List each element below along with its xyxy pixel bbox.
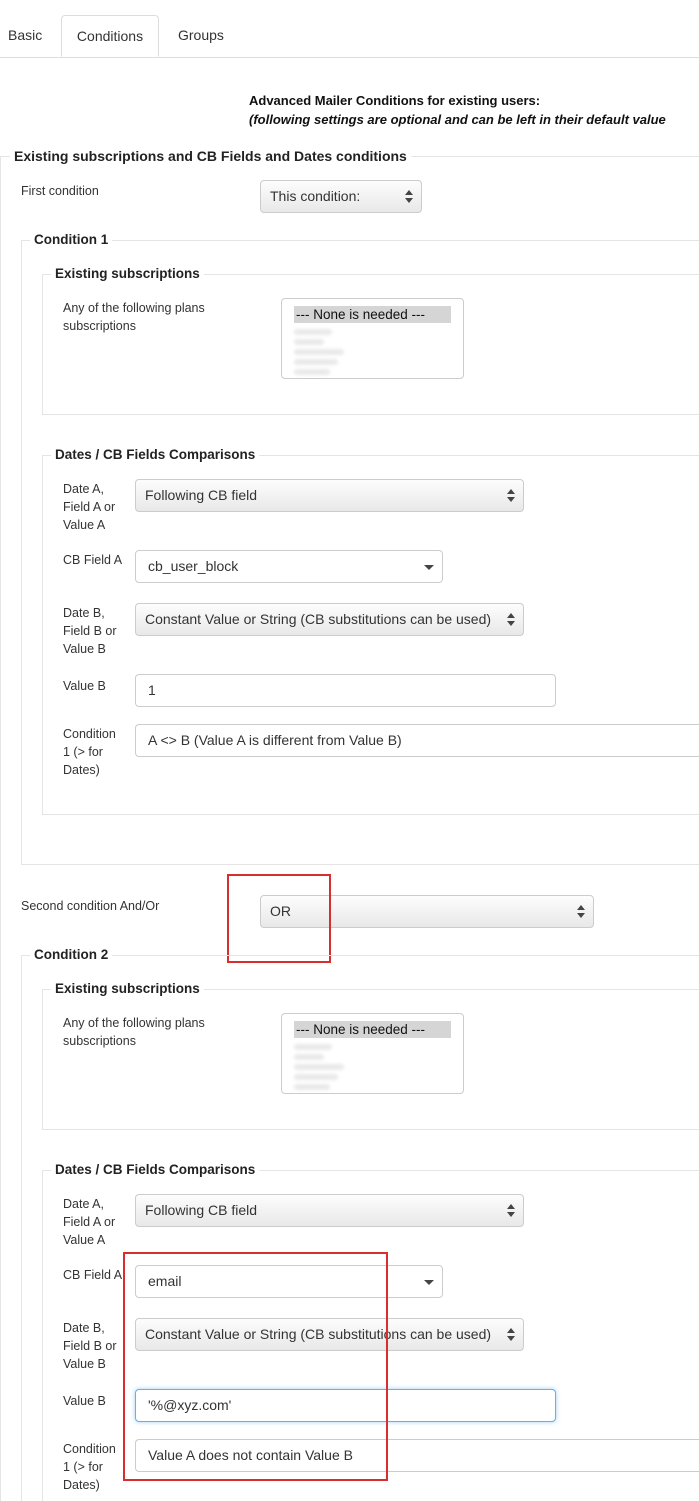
condition-2-legend: Condition 2 bbox=[30, 947, 113, 962]
condition-2-cb-field-label: CB Field A bbox=[63, 1268, 123, 1282]
condition-1-date-a-value: Following CB field bbox=[145, 487, 258, 503]
tab-bar: Basic Conditions Groups bbox=[0, 0, 699, 58]
condition-2-subs-legend: Existing subscriptions bbox=[51, 981, 204, 996]
updown-arrows-icon bbox=[507, 489, 515, 503]
tab-groups[interactable]: Groups bbox=[170, 15, 232, 56]
first-condition-value: This condition: bbox=[270, 188, 361, 204]
blurred-option bbox=[294, 1044, 332, 1050]
blurred-option bbox=[294, 1064, 344, 1070]
condition-1-plans-option-selected[interactable]: --- None is needed --- bbox=[294, 306, 451, 323]
condition-1-value-b-input[interactable]: 1 bbox=[135, 674, 556, 707]
condition-1-cond-input[interactable]: A <> B (Value A is different from Value … bbox=[135, 724, 699, 757]
updown-arrows-icon bbox=[405, 190, 413, 204]
blurred-option bbox=[294, 1054, 324, 1060]
condition-1-cond-label: Condition 1 (> for Dates) bbox=[63, 727, 116, 777]
condition-2-date-a-label: Date A, Field A or Value A bbox=[63, 1197, 116, 1247]
condition-2-date-a-select[interactable]: Following CB field bbox=[135, 1194, 524, 1227]
caret-down-icon bbox=[424, 1280, 434, 1285]
updown-arrows-icon bbox=[507, 1204, 515, 1218]
blurred-option bbox=[294, 369, 330, 375]
blurred-option bbox=[294, 329, 332, 335]
blurred-option bbox=[294, 1074, 338, 1080]
condition-1-date-b-value: Constant Value or String (CB substitutio… bbox=[145, 611, 492, 627]
highlight-box-or bbox=[227, 874, 331, 963]
condition-1-dates-legend: Dates / CB Fields Comparisons bbox=[51, 447, 260, 462]
intro-subtitle: (following settings are optional and can… bbox=[249, 112, 666, 127]
condition-2-dates-legend: Dates / CB Fields Comparisons bbox=[51, 1162, 260, 1177]
condition-1-date-a-label: Date A, Field A or Value A bbox=[63, 482, 116, 532]
main-legend: Existing subscriptions and CB Fields and… bbox=[10, 148, 411, 164]
tab-conditions[interactable]: Conditions bbox=[61, 15, 159, 57]
first-condition-label: First condition bbox=[21, 184, 99, 198]
caret-down-icon bbox=[424, 565, 434, 570]
blurred-option bbox=[294, 359, 338, 365]
condition-1-plans-listbox[interactable]: --- None is needed --- bbox=[281, 298, 464, 379]
condition-2-plans-label: Any of the following plans subscriptions bbox=[63, 1016, 205, 1048]
condition-2-date-b-label: Date B, Field B or Value B bbox=[63, 1321, 117, 1371]
condition-1-value-b-label: Value B bbox=[63, 679, 106, 693]
blurred-option bbox=[294, 349, 344, 355]
condition-1-date-b-label: Date B, Field B or Value B bbox=[63, 606, 117, 656]
condition-1-legend: Condition 1 bbox=[30, 232, 113, 247]
condition-2-cond-label: Condition 1 (> for Dates) bbox=[63, 1442, 116, 1492]
condition-1-subs-legend: Existing subscriptions bbox=[51, 266, 204, 281]
condition-1-plans-label: Any of the following plans subscriptions bbox=[63, 301, 205, 333]
condition-1-cb-field-select[interactable]: cb_user_block bbox=[135, 550, 443, 583]
condition-1-cb-field-label: CB Field A bbox=[63, 553, 123, 567]
first-condition-select[interactable]: This condition: bbox=[260, 180, 422, 213]
highlight-box-fields bbox=[123, 1252, 388, 1481]
updown-arrows-icon bbox=[577, 905, 585, 919]
condition-2-date-a-value: Following CB field bbox=[145, 1202, 258, 1218]
tab-basic[interactable]: Basic bbox=[0, 15, 50, 56]
blurred-option bbox=[294, 339, 324, 345]
condition-1-date-a-select[interactable]: Following CB field bbox=[135, 479, 524, 512]
condition-1-cb-field-value: cb_user_block bbox=[148, 558, 239, 574]
condition-2-value-b-label: Value B bbox=[63, 1394, 106, 1408]
updown-arrows-icon bbox=[507, 1328, 515, 1342]
second-condition-label: Second condition And/Or bbox=[21, 899, 160, 913]
condition-2-plans-listbox[interactable]: --- None is needed --- bbox=[281, 1013, 464, 1094]
updown-arrows-icon bbox=[507, 613, 515, 627]
blurred-option bbox=[294, 1084, 330, 1090]
condition-2-plans-option-selected[interactable]: --- None is needed --- bbox=[294, 1021, 451, 1038]
intro-title: Advanced Mailer Conditions for existing … bbox=[249, 93, 541, 108]
condition-1-date-b-select[interactable]: Constant Value or String (CB substitutio… bbox=[135, 603, 524, 636]
